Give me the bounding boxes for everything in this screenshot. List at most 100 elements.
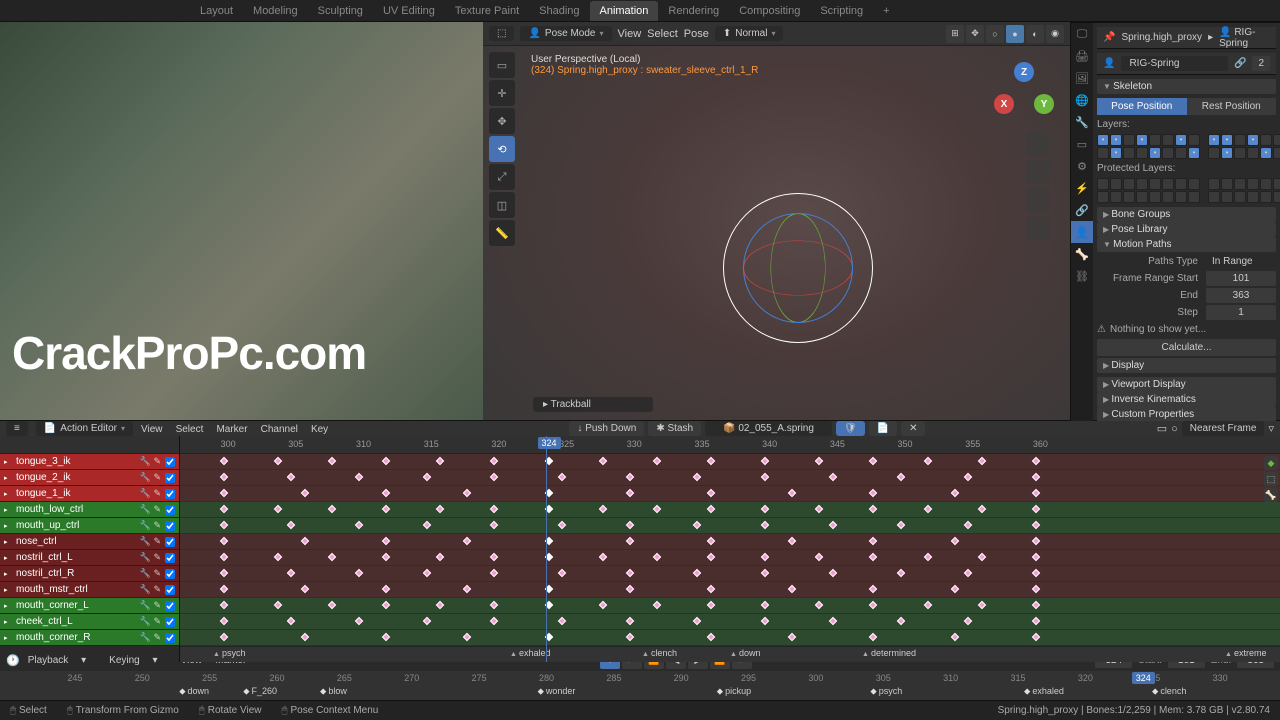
keyframe[interactable] (301, 537, 309, 545)
keyframe[interactable] (788, 585, 796, 593)
keyframe[interactable] (964, 569, 972, 577)
prop-tab-object-icon[interactable]: ▭ (1071, 133, 1093, 155)
keyframe[interactable] (1032, 585, 1040, 593)
section-bone-groups[interactable]: Bone Groups (1097, 207, 1276, 222)
keyframe[interactable] (761, 457, 769, 465)
keyframe-area[interactable]: 3003053103153203253303353403453503553603… (180, 436, 1280, 662)
ws-compositing[interactable]: Compositing (729, 1, 810, 21)
keyframe[interactable] (558, 617, 566, 625)
ds-menu-select[interactable]: Select (176, 424, 204, 435)
nav-pan-icon[interactable] (1026, 160, 1050, 184)
timeline-marker[interactable]: down (179, 686, 209, 697)
keyframe[interactable] (964, 473, 972, 481)
layer-button[interactable] (1221, 147, 1233, 159)
channel-mute-checkbox[interactable] (165, 601, 175, 611)
keyframe[interactable] (950, 537, 958, 545)
keyframe[interactable] (869, 537, 877, 545)
keyframe[interactable] (626, 569, 634, 577)
nav-zoom-icon[interactable] (1026, 132, 1050, 156)
keyframe[interactable] (328, 601, 336, 609)
keyframe[interactable] (219, 633, 227, 641)
frame-start-input[interactable]: 101 (1206, 271, 1276, 286)
channel-row[interactable]: ▸mouth_up_ctrl🔧 ✎ (0, 518, 179, 534)
ws-scripting[interactable]: Scripting (810, 1, 873, 21)
layer-button[interactable] (1234, 178, 1246, 190)
layer-button[interactable] (1175, 178, 1187, 190)
keyframe[interactable] (274, 505, 282, 513)
vp-menu-pose[interactable]: Pose (684, 28, 709, 40)
layer-button[interactable] (1149, 147, 1161, 159)
keyframe[interactable] (422, 473, 430, 481)
action-name-field[interactable]: 📦 02_055_A.spring (705, 421, 832, 436)
layer-button[interactable] (1123, 147, 1135, 159)
scene-selector[interactable]: 🎬 02_055_A.anim (1086, 3, 1187, 18)
channel-mute-checkbox[interactable] (165, 489, 175, 499)
ws-texpaint[interactable]: Texture Paint (445, 1, 529, 21)
keyframe[interactable] (219, 473, 227, 481)
paths-type-select[interactable]: In Range (1206, 254, 1276, 269)
keyframe[interactable] (978, 553, 986, 561)
layer-button[interactable] (1149, 178, 1161, 190)
ds-menu-view[interactable]: View (141, 424, 163, 435)
track-row[interactable] (180, 454, 1280, 470)
bone-filter-icon[interactable]: 🦴 (1264, 488, 1278, 502)
keyframe[interactable] (463, 537, 471, 545)
shading-rendered-icon[interactable]: ◉ (1046, 25, 1064, 43)
keyframe[interactable] (626, 537, 634, 545)
keyframe[interactable] (490, 569, 498, 577)
ws-uv[interactable]: UV Editing (373, 1, 445, 21)
layer-button[interactable] (1123, 178, 1135, 190)
prop-tab-bone-icon[interactable]: 🦴 (1071, 243, 1093, 265)
keyframe[interactable] (815, 457, 823, 465)
tl-playback[interactable]: Playback ▾ (28, 655, 96, 666)
tool-scale-icon[interactable]: ⤢ (489, 164, 515, 190)
calculate-button[interactable]: Calculate... (1097, 339, 1276, 356)
ws-sculpting[interactable]: Sculpting (308, 1, 373, 21)
keyframe[interactable] (653, 457, 661, 465)
keyframe[interactable] (1032, 633, 1040, 641)
layer-button[interactable] (1188, 191, 1200, 203)
keyframe[interactable] (626, 633, 634, 641)
keyframe[interactable] (328, 505, 336, 513)
prop-tab-constraint-icon[interactable]: 🔗 (1071, 199, 1093, 221)
layer-button[interactable] (1097, 178, 1109, 190)
keyframe[interactable] (761, 521, 769, 529)
keyframe[interactable] (693, 521, 701, 529)
pose-position-button[interactable]: Pose Position (1097, 98, 1187, 115)
keyframe[interactable] (896, 569, 904, 577)
keyframe[interactable] (707, 553, 715, 561)
axis-z-icon[interactable]: Z (1014, 62, 1034, 82)
channel-row[interactable]: ▸mouth_mstr_ctrl🔧 ✎ (0, 582, 179, 598)
keyframe[interactable] (422, 569, 430, 577)
keyframe[interactable] (328, 553, 336, 561)
keyframe[interactable] (653, 553, 661, 561)
prop-tab-physics-icon[interactable]: ⚡ (1071, 177, 1093, 199)
marker[interactable]: exhaled (510, 648, 550, 658)
layer-button[interactable] (1221, 134, 1233, 146)
keyframe[interactable] (815, 553, 823, 561)
keyframe[interactable] (869, 457, 877, 465)
layer-button[interactable] (1273, 178, 1280, 190)
fake-user-icon[interactable]: 🛡 (836, 421, 865, 436)
layer-button[interactable] (1208, 147, 1220, 159)
layer-button[interactable] (1175, 134, 1187, 146)
users-count[interactable]: 2 (1252, 56, 1270, 71)
new-action-icon[interactable]: 📄 (869, 421, 897, 436)
keyframe[interactable] (219, 553, 227, 561)
keyframe[interactable] (707, 505, 715, 513)
keyframe[interactable] (923, 553, 931, 561)
channel-mute-checkbox[interactable] (165, 457, 175, 467)
section-skeleton[interactable]: Skeleton (1097, 79, 1276, 94)
keyframe[interactable] (761, 473, 769, 481)
summary-row-icon[interactable]: ◆ (1264, 456, 1278, 470)
frame-end-input[interactable]: 363 (1206, 288, 1276, 303)
track-row[interactable] (180, 566, 1280, 582)
prop-tab-render-icon[interactable]: 🖵 (1071, 23, 1093, 45)
keyframe[interactable] (219, 521, 227, 529)
timeline-marker[interactable]: psych (870, 686, 902, 697)
keyframe[interactable] (598, 505, 606, 513)
channel-mute-checkbox[interactable] (165, 633, 175, 643)
datablock-name[interactable]: RIG-Spring (1121, 56, 1228, 71)
3d-viewport[interactable]: ⬚ 👤 Pose Mode ▾ View Select Pose ⬆ Norma… (483, 22, 1070, 420)
keyframe[interactable] (1032, 505, 1040, 513)
